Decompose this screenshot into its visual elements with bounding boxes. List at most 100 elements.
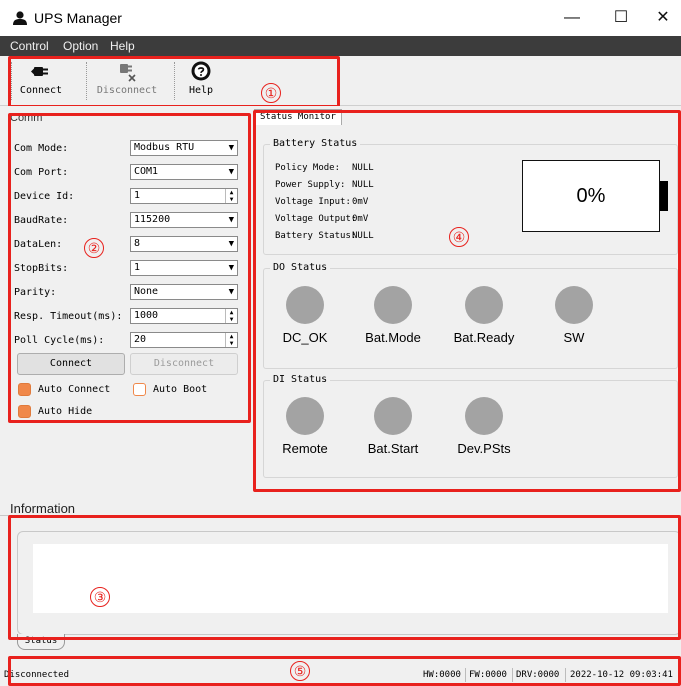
drv-version: DRV:0000: [516, 670, 560, 680]
led-sw-label: SW: [563, 330, 585, 345]
auto-hide-checkbox[interactable]: [18, 405, 31, 418]
datetime: 2022-10-12 09:03:41: [570, 670, 673, 680]
information-log-area[interactable]: [33, 544, 668, 613]
auto-boot-checkbox[interactable]: [133, 383, 146, 396]
callout-2: ②: [84, 238, 104, 258]
com-port-select[interactable]: COM1 ▼: [130, 164, 238, 180]
datalen-select[interactable]: 8 ▼: [130, 236, 238, 252]
power-supply-value: NULL: [352, 180, 374, 190]
fw-version: FW:0000: [469, 670, 507, 680]
battery-status-label: Battery Status:: [275, 231, 357, 241]
statusbar-separator: [512, 668, 513, 682]
stopbits-label: StopBits:: [14, 263, 69, 274]
device-id-spinner[interactable]: 1 ▲ ▼: [130, 188, 238, 204]
resp-timeout-spinner[interactable]: 1000 ▲ ▼: [130, 308, 238, 324]
led-dev-psts: [465, 397, 503, 435]
chevron-down-icon: ▼: [228, 143, 234, 153]
policy-mode-label: Policy Mode:: [275, 163, 341, 173]
chevron-down-icon: ▼: [228, 215, 234, 225]
led-dev-psts-label: Dev.PSts: [457, 441, 511, 456]
user-icon: [13, 11, 27, 25]
led-bat-mode-label: Bat.Mode: [365, 330, 421, 345]
stopbits-value: 1: [134, 262, 141, 273]
battery-status-value: NULL: [352, 231, 374, 241]
led-bat-ready-label: Bat.Ready: [453, 330, 515, 345]
stopbits-select[interactable]: 1 ▼: [130, 260, 238, 276]
chevron-down-icon: ▼: [228, 167, 234, 177]
voltage-input-value: 0mV: [352, 197, 369, 207]
voltage-input-label: Voltage Input:: [275, 197, 351, 207]
toolbar: Connect Disconnect Help: [0, 56, 681, 106]
device-id-label: Device Id:: [14, 191, 75, 202]
window-title: UPS Manager: [34, 10, 122, 26]
comm-title: Comm: [10, 112, 43, 124]
toolbar-disconnect-button[interactable]: Disconnect: [92, 60, 162, 102]
com-port-label: Com Port:: [14, 167, 69, 178]
close-button[interactable]: ✕: [643, 4, 681, 32]
voltage-output-label: Voltage Output:: [275, 214, 357, 224]
led-sw: [555, 286, 593, 324]
led-remote-label: Remote: [282, 441, 328, 456]
minimize-button[interactable]: —: [552, 4, 592, 32]
parity-select[interactable]: None ▼: [130, 284, 238, 300]
maximize-button[interactable]: ☐: [601, 4, 641, 32]
baudrate-label: BaudRate:: [14, 215, 69, 226]
information-title: Information: [10, 501, 76, 516]
poll-cycle-spinner[interactable]: 20 ▲ ▼: [130, 332, 238, 348]
power-supply-label: Power Supply:: [275, 180, 346, 190]
toolbar-separator: [174, 62, 175, 100]
menu-control[interactable]: Control: [10, 39, 49, 53]
parity-label: Parity:: [14, 287, 57, 298]
battery-percent: 0%: [576, 185, 606, 207]
device-id-value: 1: [134, 190, 141, 201]
toolbar-separator: [86, 62, 87, 100]
led-dc-ok-label: DC_OK: [282, 330, 328, 345]
tab-status[interactable]: Status: [17, 634, 65, 650]
parity-value: None: [134, 286, 159, 297]
spinner-arrows-icon[interactable]: ▲ ▼: [225, 309, 237, 323]
divider: [0, 515, 681, 516]
callout-5: ⑤: [290, 661, 310, 681]
comm-disconnect-button[interactable]: Disconnect: [130, 353, 238, 375]
callout-1: ①: [261, 83, 281, 103]
connection-status: Disconnected: [4, 670, 70, 680]
poll-cycle-value: 20: [134, 334, 147, 345]
toolbar-separator: [11, 62, 12, 100]
spinner-arrows-icon[interactable]: ▲ ▼: [225, 189, 237, 203]
com-mode-value: Modbus RTU: [134, 142, 195, 153]
hw-version: HW:0000: [423, 670, 461, 680]
plug-icon: [31, 67, 48, 76]
menu-help[interactable]: Help: [110, 39, 135, 53]
menu-option[interactable]: Option: [63, 39, 98, 53]
com-mode-label: Com Mode:: [14, 143, 69, 154]
chevron-down-icon: ▼: [228, 239, 234, 249]
led-bat-start-label: Bat.Start: [367, 441, 419, 456]
comm-connect-button[interactable]: Connect: [17, 353, 125, 375]
poll-cycle-label: Poll Cycle(ms):: [14, 335, 105, 346]
led-remote: [286, 397, 324, 435]
statusbar-separator: [465, 668, 466, 682]
toolbar-disconnect-label: Disconnect: [96, 85, 158, 96]
chevron-down-icon: ▼: [228, 287, 234, 297]
toolbar-help-button[interactable]: Help: [184, 60, 218, 102]
spinner-arrows-icon[interactable]: ▲ ▼: [225, 333, 237, 347]
statusbar-separator: [565, 668, 566, 682]
tab-status-monitor[interactable]: Status Monitor: [254, 109, 342, 125]
toolbar-connect-button[interactable]: Connect: [16, 60, 66, 102]
datalen-value: 8: [134, 238, 141, 249]
auto-hide-label: Auto Hide: [38, 406, 93, 417]
help-icon: [191, 61, 211, 81]
datalen-label: DataLen:: [14, 239, 63, 250]
chevron-down-icon: ▼: [228, 263, 234, 273]
callout-3: ③: [90, 587, 110, 607]
battery-terminal: [660, 181, 668, 211]
auto-connect-checkbox[interactable]: [18, 383, 31, 396]
auto-boot-label: Auto Boot: [153, 384, 208, 395]
com-port-value: COM1: [134, 166, 159, 177]
com-mode-select[interactable]: Modbus RTU ▼: [130, 140, 238, 156]
baudrate-select[interactable]: 115200 ▼: [130, 212, 238, 228]
policy-mode-value: NULL: [352, 163, 374, 173]
led-dc-ok: [286, 286, 324, 324]
battery-status-title: Battery Status: [270, 138, 361, 149]
do-status-title: DO Status: [270, 262, 331, 273]
